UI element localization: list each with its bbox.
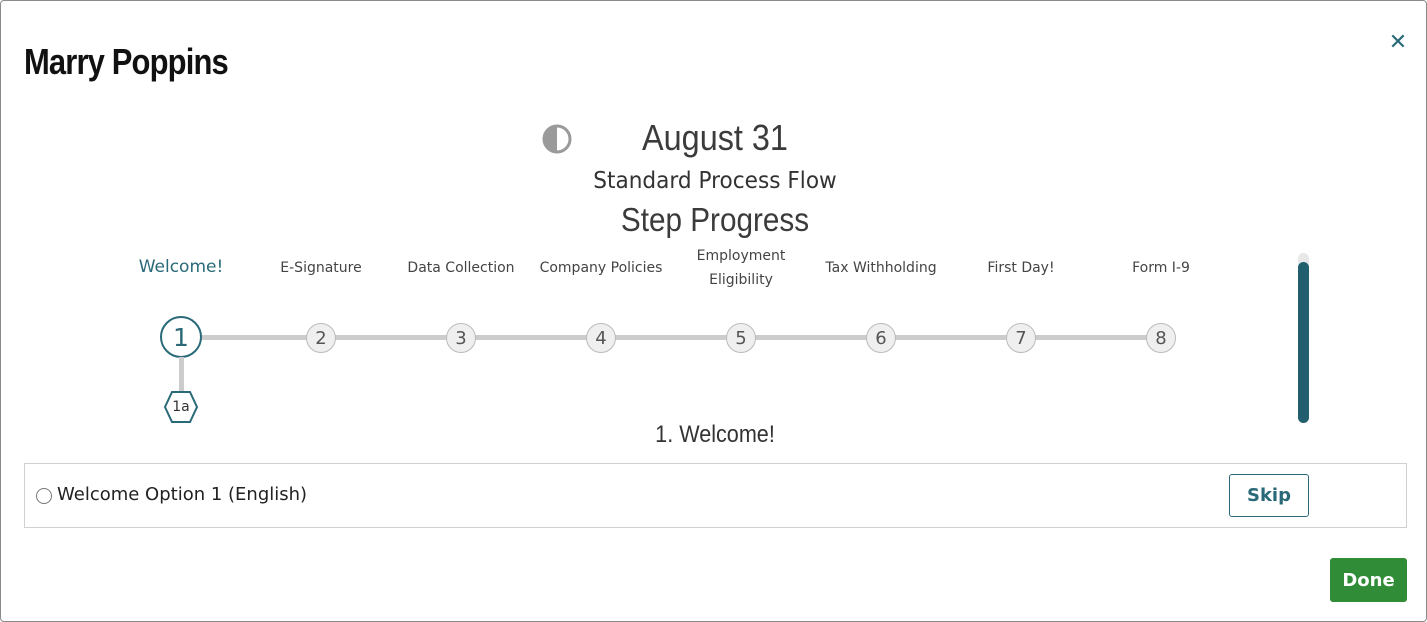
sub-step-hexagon[interactable] bbox=[163, 390, 199, 424]
step-progress-title: Step Progress bbox=[620, 201, 810, 238]
close-icon[interactable]: ✕ bbox=[1385, 29, 1411, 55]
flow-name: Standard Process Flow bbox=[593, 168, 837, 194]
modal-title: Marry Poppins bbox=[24, 41, 229, 82]
step-circle-6[interactable]: 6 bbox=[866, 323, 896, 353]
step-label-tax-withholding[interactable]: Tax Withholding bbox=[811, 256, 951, 280]
option-label[interactable]: Welcome Option 1 (English) bbox=[57, 484, 307, 505]
step-circle-4[interactable]: 4 bbox=[586, 323, 616, 353]
step-label-first-day[interactable]: First Day! bbox=[951, 256, 1091, 280]
step-circle-8[interactable]: 8 bbox=[1146, 323, 1176, 353]
done-button[interactable]: Done bbox=[1330, 558, 1407, 602]
step-circle-7[interactable]: 7 bbox=[1006, 323, 1036, 353]
step-circle-1[interactable]: 1 bbox=[160, 316, 202, 358]
process-date: August 31 bbox=[642, 117, 788, 158]
step-label-data-collection[interactable]: Data Collection bbox=[391, 256, 531, 280]
step-circle-3[interactable]: 3 bbox=[446, 323, 476, 353]
step-label-employment-eligibility[interactable]: Employment Eligibility bbox=[671, 244, 811, 292]
step-label-company-policies[interactable]: Company Policies bbox=[531, 256, 671, 280]
step-circle-5[interactable]: 5 bbox=[726, 323, 756, 353]
sub-step-connector bbox=[179, 357, 184, 393]
process-modal: Marry Poppins ✕ August 31 Standard Proce… bbox=[0, 0, 1427, 622]
scrollbar-thumb[interactable] bbox=[1298, 262, 1309, 423]
step-label-form-i9[interactable]: Form I-9 bbox=[1091, 256, 1231, 280]
option-radio[interactable] bbox=[36, 488, 52, 504]
step-label-welcome[interactable]: Welcome! bbox=[111, 255, 251, 279]
skip-button[interactable]: Skip bbox=[1229, 474, 1309, 517]
current-step-title: 1. Welcome! bbox=[655, 421, 775, 448]
step-label-e-signature[interactable]: E-Signature bbox=[251, 256, 391, 280]
step-circle-2[interactable]: 2 bbox=[306, 323, 336, 353]
